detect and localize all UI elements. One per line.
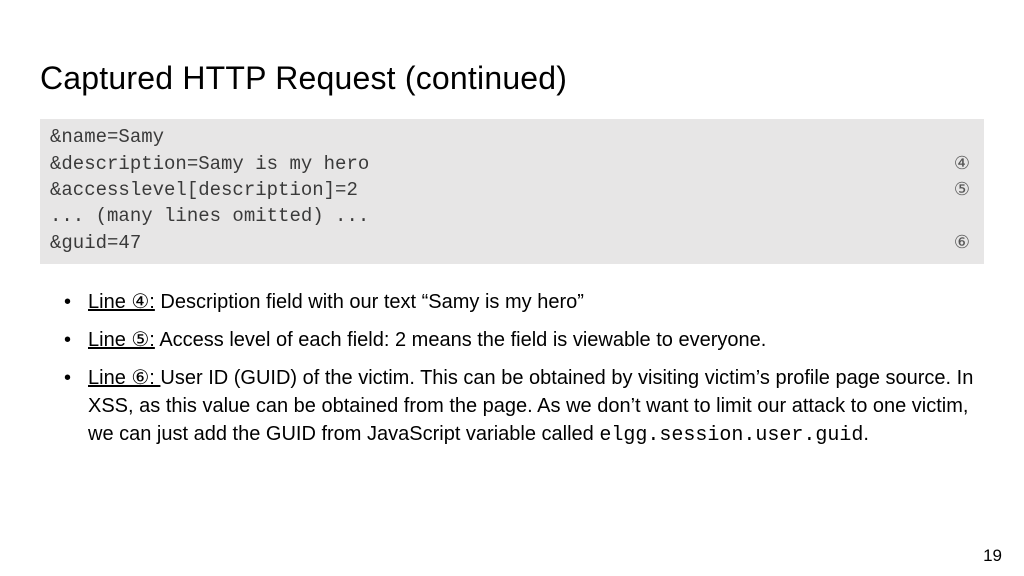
code-marker: ⑤ (954, 177, 974, 201)
code-text: &accesslevel[description]=2 (50, 178, 358, 204)
code-line-2: &description=Samy is my hero ④ (50, 151, 974, 178)
bullet-item-3: Line ⑥: User ID (GUID) of the victim. Th… (70, 364, 978, 450)
code-text: &name=Samy (50, 125, 164, 151)
code-text: &guid=47 (50, 231, 141, 257)
code-block: &name=Samy &description=Samy is my hero … (40, 119, 984, 264)
code-text: &description=Samy is my hero (50, 152, 369, 178)
bullet-label: Line ⑥: (88, 367, 160, 389)
code-line-1: &name=Samy (50, 125, 974, 151)
code-marker: ⑥ (954, 230, 974, 254)
bullet-label: Line ④: (88, 291, 155, 313)
bullet-text: Description field with our text “Samy is… (155, 291, 584, 313)
bullet-label: Line ⑤: (88, 329, 155, 351)
code-text: ... (many lines omitted) ... (50, 204, 369, 230)
bullet-text: . (863, 423, 869, 445)
code-marker: ④ (954, 151, 974, 175)
bullet-code: elgg.session.user.guid (599, 424, 863, 447)
code-line-4: ... (many lines omitted) ... (50, 204, 974, 230)
code-line-3: &accesslevel[description]=2 ⑤ (50, 177, 974, 204)
bullet-item-1: Line ④: Description field with our text … (70, 288, 978, 316)
slide-title: Captured HTTP Request (continued) (40, 60, 984, 97)
page-number: 19 (983, 546, 1002, 566)
bullet-list: Line ④: Description field with our text … (40, 288, 984, 450)
bullet-text: Access level of each field: 2 means the … (155, 329, 766, 351)
slide: Captured HTTP Request (continued) &name=… (0, 0, 1024, 576)
bullet-item-2: Line ⑤: Access level of each field: 2 me… (70, 326, 978, 354)
code-line-5: &guid=47 ⑥ (50, 230, 974, 257)
